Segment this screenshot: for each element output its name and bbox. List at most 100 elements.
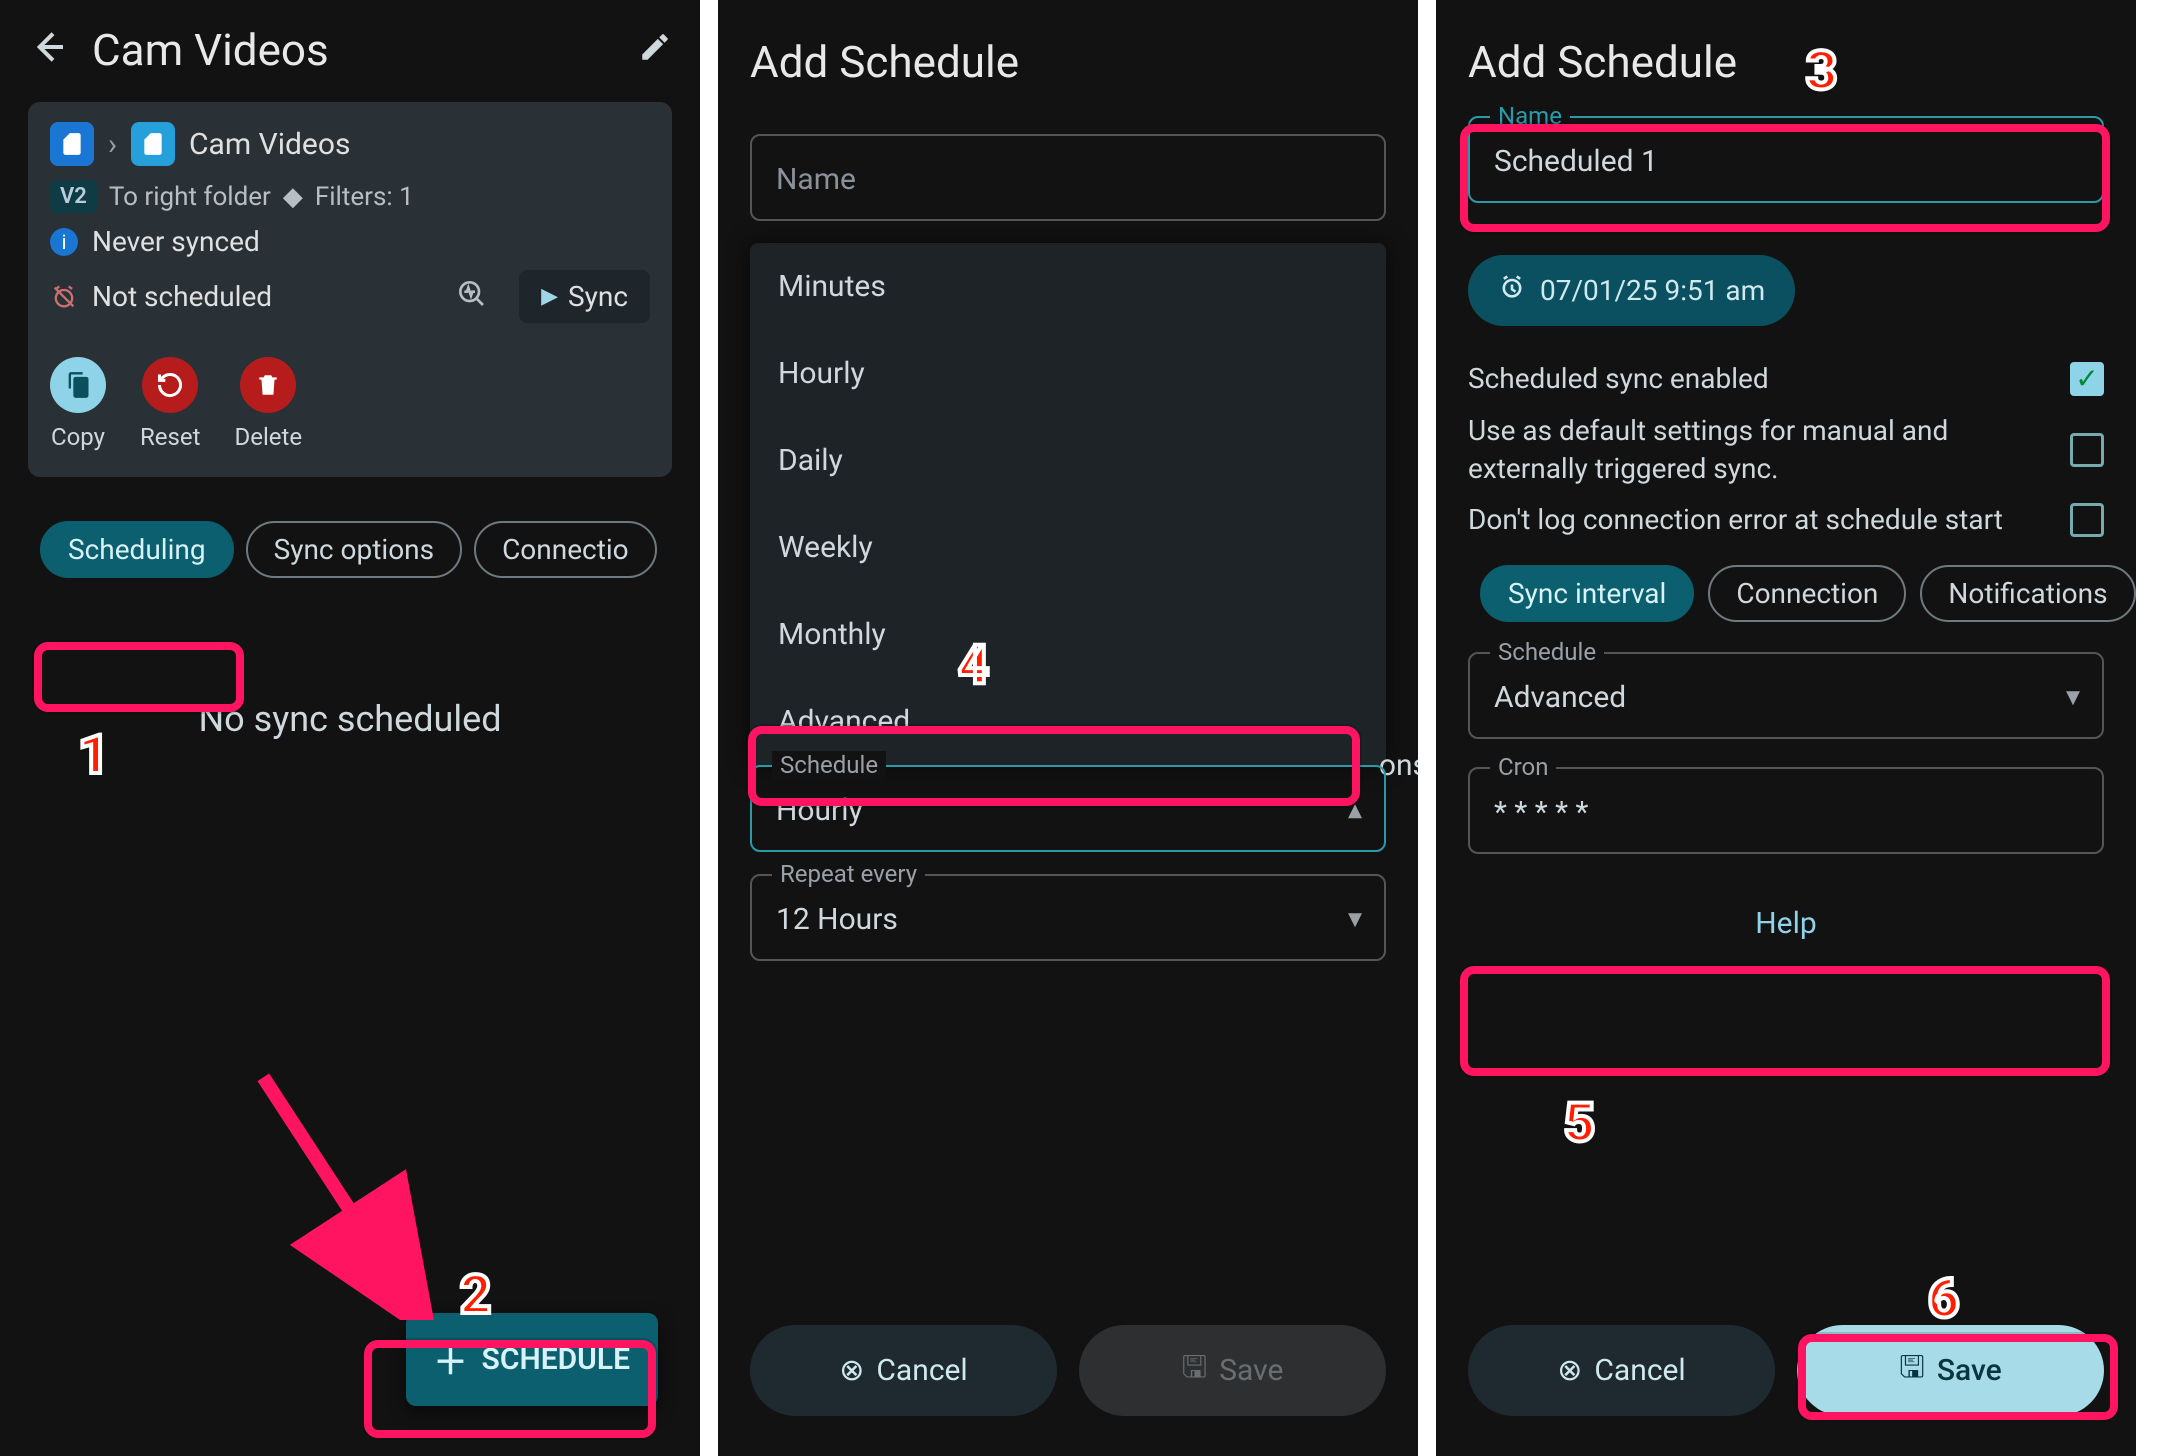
menu-item-minutes[interactable]: Minutes [750,243,1386,330]
menu-item-monthly[interactable]: Monthly [750,591,1386,678]
field-value: Advanced [1494,680,1626,715]
screen-cam-videos: Cam Videos › Cam Videos V2 To right fold… [0,0,700,1456]
chip-scheduling[interactable]: Scheduling [40,521,234,578]
checkbox-checked-icon: ✓ [2070,362,2104,396]
play-icon: ▶ [541,284,558,309]
back-icon[interactable] [28,27,68,74]
info-icon: i [50,228,78,256]
save-icon: 🖫 [1899,1345,1925,1396]
toggle-label: Scheduled sync enabled [1468,360,1769,398]
repeat-select[interactable]: Repeat every 12 Hours ▾ [750,874,1386,961]
save-label: Save [1937,1353,2002,1388]
status-never-synced: i Never synced [50,225,650,258]
sync-button[interactable]: ▶ Sync [519,270,650,323]
schedule-select[interactable]: Schedule Advanced ▾ [1468,652,2104,739]
close-circle-icon: ⊗ [1557,1353,1582,1388]
schedule-subtabs: Sync interval Connection Notifications [1468,565,2136,622]
action-label: Delete [234,423,302,451]
toggle-label: Don't log connection error at schedule s… [1468,501,2003,539]
help-link[interactable]: Help [1436,906,2136,941]
chip-connection[interactable]: Connection [1708,565,1906,622]
chip-sync-options[interactable]: Sync options [246,521,462,578]
card-actions: Copy Reset Delete [50,357,650,451]
sync-config-line: V2 To right folder ◆ Filters: 1 [50,180,650,213]
breadcrumb[interactable]: › Cam Videos [50,122,650,166]
chip-connections[interactable]: Connectio [474,521,657,578]
datetime-button[interactable]: 07/01/25 9:51 am [1468,255,1795,326]
name-placeholder: Name [776,162,856,197]
name-value: Scheduled 1 [1494,144,1658,179]
action-label: Reset [140,423,200,451]
version-badge: V2 [50,180,97,213]
status-text: Never synced [92,225,260,258]
direction-text: To right folder [109,182,271,212]
save-label: Save [1219,1353,1283,1388]
menu-item-daily[interactable]: Daily [750,417,1386,504]
sd-card-icon [50,122,94,166]
chip-notifications[interactable]: Notifications [1920,565,2135,622]
filters-text: Filters: 1 [315,182,414,212]
checkbox-icon [2070,433,2104,467]
cancel-button[interactable]: ⊗ Cancel [750,1325,1057,1416]
header: Cam Videos [0,0,700,88]
cancel-label: Cancel [876,1353,967,1388]
delete-button[interactable]: Delete [234,357,302,451]
sync-button-label: Sync [568,280,628,313]
cron-input[interactable]: Cron * * * * * [1468,767,2104,854]
toggle-scheduled-enabled[interactable]: Scheduled sync enabled ✓ [1468,360,2104,398]
field-label: Repeat every [772,860,925,888]
refresh-icon [142,357,198,413]
save-button[interactable]: 🖫 Save [1797,1325,2104,1416]
chevron-down-icon: ▾ [1348,901,1362,934]
field-label: Schedule [772,751,886,779]
annotation-highlight-5 [1460,966,2110,1076]
status-not-scheduled: Not scheduled ▶ Sync [50,270,650,323]
menu-item-hourly[interactable]: Hourly [750,330,1386,417]
toggle-no-log-error[interactable]: Don't log connection error at schedule s… [1468,501,2104,539]
chevron-right-icon: › [108,127,117,162]
breadcrumb-target: Cam Videos [189,127,350,162]
toggle-label: Use as default settings for manual and e… [1468,412,2028,488]
save-icon: 🖫 [1182,1345,1208,1396]
alarm-icon [1498,273,1526,308]
close-circle-icon: ⊗ [839,1353,864,1388]
copy-icon [50,357,106,413]
cron-value: * * * * * [1494,795,1588,830]
status-text: Not scheduled [92,280,272,313]
page-title: Cam Videos [92,24,614,76]
tab-chips: Scheduling Sync options Connectio [0,491,700,578]
schedule-select[interactable]: Schedule Hourly ▴ [750,765,1386,852]
annotation-arrow [220,1060,480,1320]
name-input[interactable]: Name Scheduled 1 [1468,116,2104,203]
field-label: Schedule [1490,638,1604,666]
footer-actions: ⊗ Cancel 🖫 Save [718,1299,1418,1456]
copy-button[interactable]: Copy [50,357,106,451]
toggle-default-settings[interactable]: Use as default settings for manual and e… [1468,412,2104,488]
screen-add-schedule-advanced: Add Schedule Name Scheduled 1 07/01/25 9… [1436,0,2136,1456]
sync-summary-card: › Cam Videos V2 To right folder ◆ Filter… [28,102,672,477]
chevron-up-icon: ▴ [1348,792,1362,825]
schedule-type-menu: Minutes Hourly Daily Weekly Monthly Adva… [750,243,1386,765]
edit-icon[interactable] [638,30,672,71]
checkbox-icon [2070,503,2104,537]
annotation-number: 5 [1564,1092,1595,1155]
chip-sync-interval[interactable]: Sync interval [1480,565,1694,622]
footer-actions: ⊗ Cancel 🖫 Save [1436,1299,2136,1456]
cancel-label: Cancel [1594,1353,1685,1388]
page-title: Add Schedule [1436,0,2136,112]
alarm-off-icon [50,283,78,311]
action-label: Copy [51,423,105,451]
add-schedule-fab[interactable]: ＋ SCHEDULE [406,1313,658,1406]
bullet: ◆ [283,182,303,212]
page-title: Add Schedule [718,0,1418,112]
fab-label: SCHEDULE [482,1342,630,1377]
activity-icon[interactable] [455,277,487,316]
name-input[interactable]: Name [750,134,1386,221]
menu-item-weekly[interactable]: Weekly [750,504,1386,591]
cancel-button[interactable]: ⊗ Cancel [1468,1325,1775,1416]
screen-add-schedule-menu: Add Schedule Name Minutes Hourly Daily W… [718,0,1418,1456]
field-value: Hourly [776,793,863,828]
chevron-down-icon: ▾ [2066,679,2080,712]
save-button-disabled: 🖫 Save [1079,1325,1386,1416]
reset-button[interactable]: Reset [140,357,200,451]
